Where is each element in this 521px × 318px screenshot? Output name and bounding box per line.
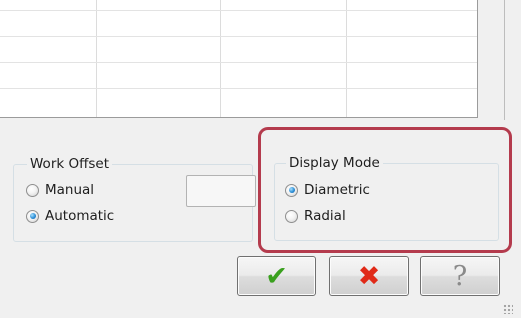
help-button[interactable]: ? xyxy=(420,256,500,296)
offset-value-box[interactable] xyxy=(186,175,256,207)
radio-manual-label: Manual xyxy=(45,182,95,198)
grid-row-divider xyxy=(0,62,477,63)
checkmark-icon: ✔ xyxy=(265,260,288,292)
data-grid[interactable] xyxy=(0,0,478,118)
display-mode-title: Display Mode xyxy=(286,155,383,172)
radio-manual[interactable]: Manual xyxy=(26,182,94,198)
grid-side-panel xyxy=(479,0,505,120)
grid-column-divider xyxy=(220,0,221,117)
radio-radial[interactable]: Radial xyxy=(285,208,346,224)
grid-column-divider xyxy=(96,0,97,117)
radio-radial-circle[interactable] xyxy=(285,209,298,223)
grid-row-divider xyxy=(0,36,477,37)
radio-automatic-label: Automatic xyxy=(45,208,115,224)
question-icon: ? xyxy=(452,260,468,292)
radio-manual-circle[interactable] xyxy=(26,183,39,197)
grid-column-divider xyxy=(346,0,347,117)
radio-automatic-circle[interactable] xyxy=(26,209,39,223)
work-offset-title: Work Offset xyxy=(27,156,113,173)
radio-automatic[interactable]: Automatic xyxy=(26,208,114,224)
status-bar xyxy=(0,300,521,318)
display-mode-group: Display Mode xyxy=(274,155,499,241)
grid-row-divider xyxy=(0,88,477,89)
resize-grip[interactable] xyxy=(503,304,513,314)
grid-row-divider xyxy=(0,10,477,11)
radio-diametric[interactable]: Diametric xyxy=(285,182,370,198)
radio-diametric-label: Diametric xyxy=(304,182,370,198)
cancel-button[interactable]: ✖ xyxy=(329,256,409,296)
ok-button[interactable]: ✔ xyxy=(237,256,316,296)
radio-diametric-circle[interactable] xyxy=(285,183,298,197)
radio-radial-label: Radial xyxy=(304,208,346,224)
x-icon: ✖ xyxy=(357,260,381,292)
